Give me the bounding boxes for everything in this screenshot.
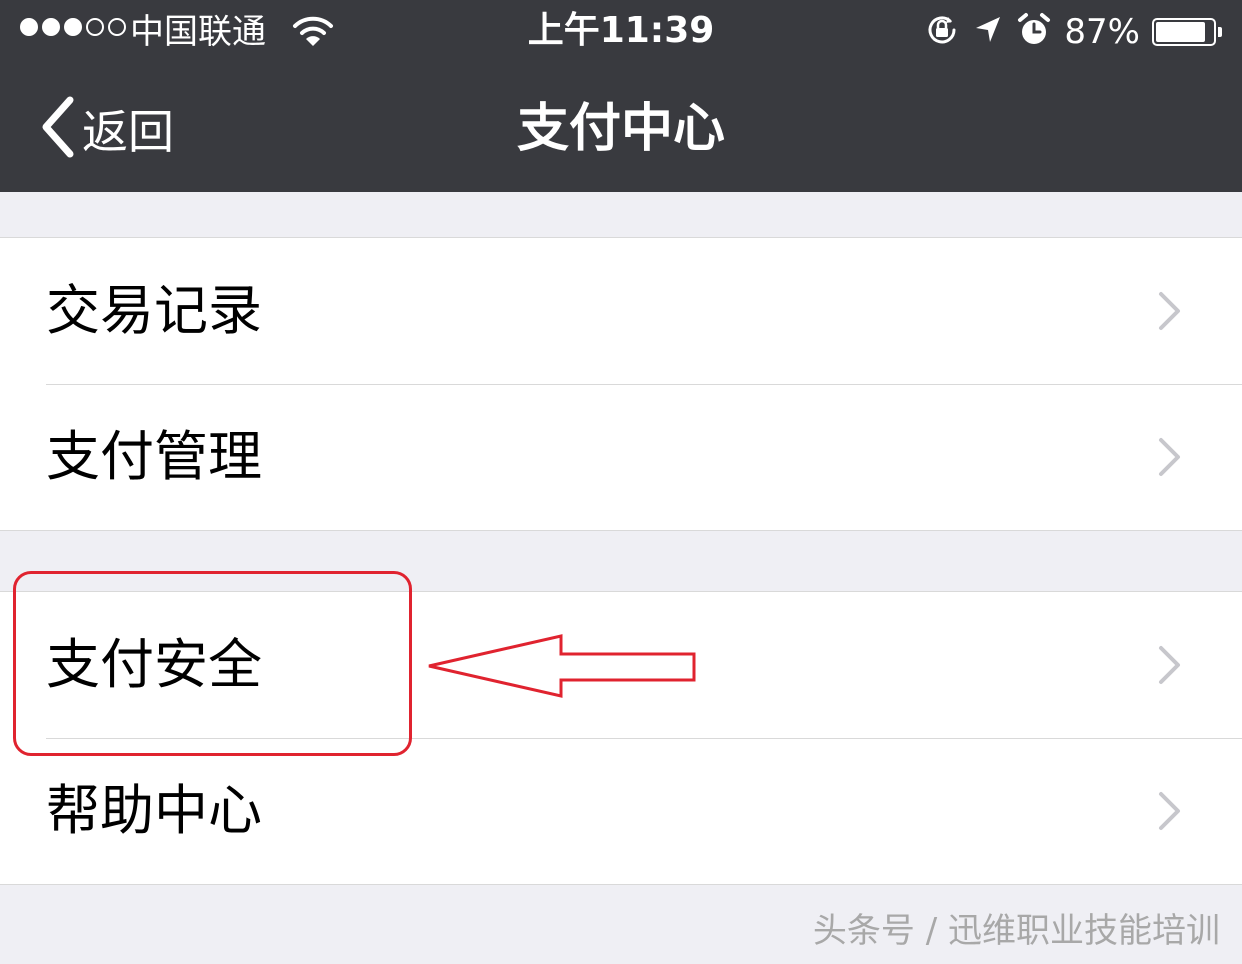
location-arrow-icon bbox=[972, 14, 1004, 50]
menu-item-label: 帮助中心 bbox=[46, 779, 262, 842]
status-right-group: 87% bbox=[924, 10, 1222, 54]
chevron-right-icon bbox=[1158, 437, 1182, 481]
menu-item-help-center[interactable]: 帮助中心 bbox=[0, 738, 1242, 884]
watermark: 头条号 / 迅维职业技能培训 bbox=[812, 911, 1220, 951]
battery-tip bbox=[1218, 27, 1222, 37]
menu-item-payment-management[interactable]: 支付管理 bbox=[0, 384, 1242, 530]
chevron-left-icon bbox=[38, 96, 78, 162]
page-title: 支付中心 bbox=[516, 99, 725, 159]
battery-percent: 87% bbox=[1064, 12, 1140, 52]
chevron-right-icon bbox=[1158, 791, 1182, 835]
menu-item-label: 支付安全 bbox=[46, 633, 262, 696]
chevron-right-icon bbox=[1158, 645, 1182, 689]
menu-group-1: 交易记录 支付管理 bbox=[0, 237, 1242, 531]
header: 中国联通 上午11:39 87% 返回 支付中心 bbox=[0, 0, 1242, 192]
battery-fill bbox=[1156, 22, 1205, 42]
chevron-right-icon bbox=[1158, 291, 1182, 335]
alarm-icon bbox=[1016, 12, 1052, 52]
menu-item-label: 支付管理 bbox=[46, 425, 262, 488]
back-button[interactable]: 返回 bbox=[38, 94, 174, 164]
rotation-lock-icon bbox=[924, 12, 960, 52]
back-label: 返回 bbox=[82, 105, 174, 159]
menu-item-payment-security[interactable]: 支付安全 bbox=[0, 592, 1242, 738]
status-bar: 中国联通 上午11:39 87% bbox=[0, 0, 1242, 64]
menu-item-transaction-records[interactable]: 交易记录 bbox=[0, 238, 1242, 384]
menu-group-2: 支付安全 帮助中心 bbox=[0, 591, 1242, 885]
menu-item-label: 交易记录 bbox=[46, 279, 262, 342]
battery-icon bbox=[1152, 18, 1216, 46]
navigation-bar: 返回 支付中心 bbox=[0, 64, 1242, 192]
